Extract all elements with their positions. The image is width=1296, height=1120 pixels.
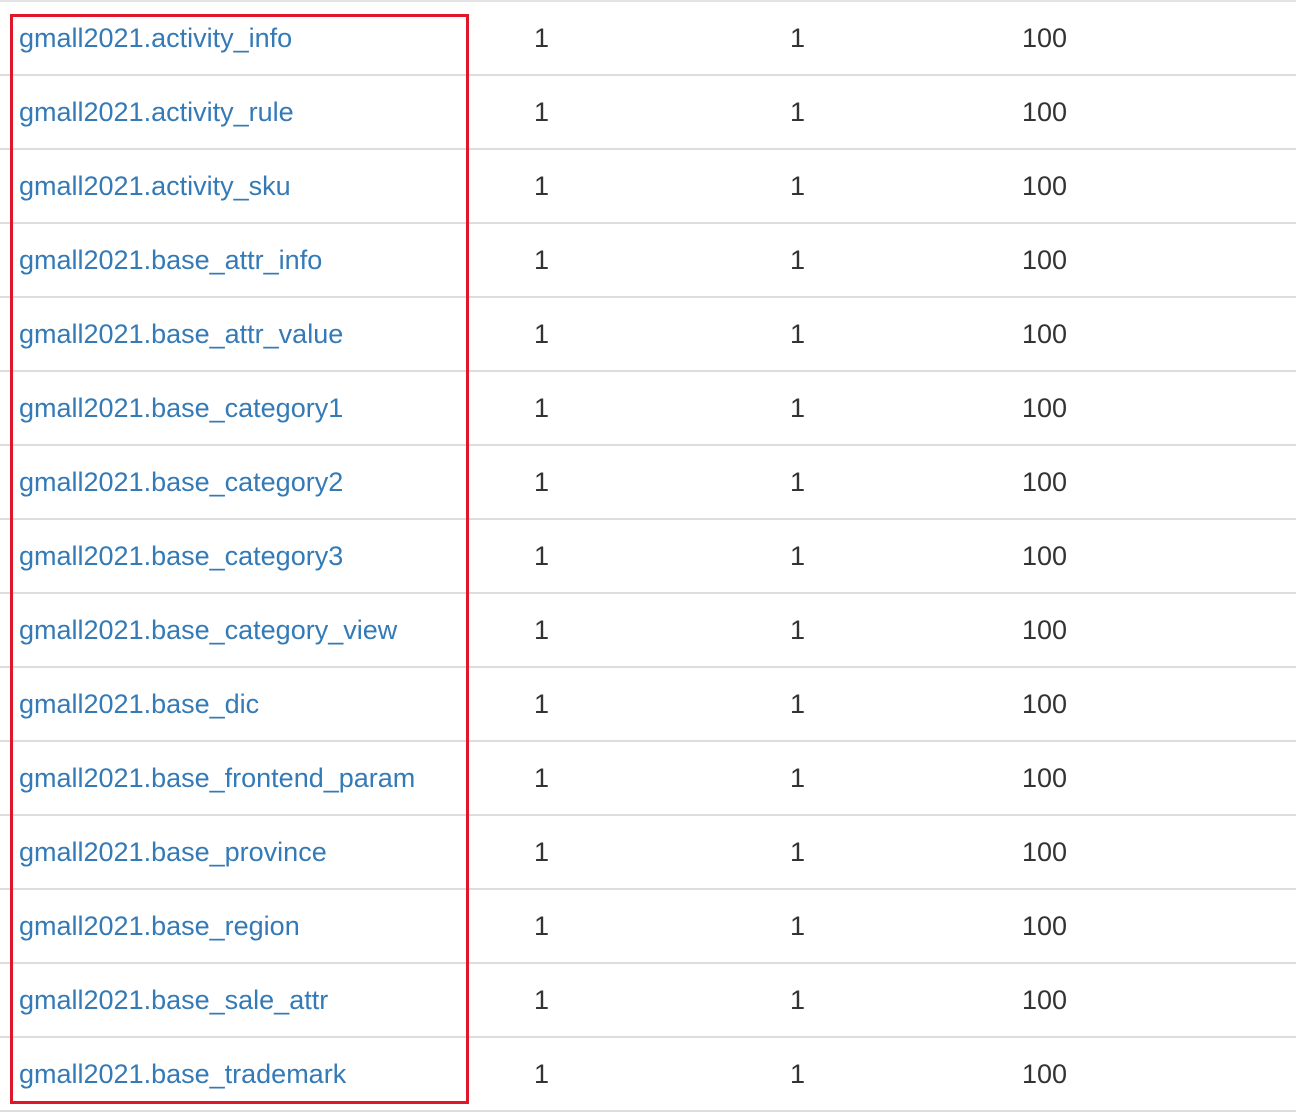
topic-link[interactable]: gmall2021.base_region bbox=[19, 890, 300, 962]
table-row: gmall2021.base_category3 1 1 100 bbox=[0, 520, 1296, 594]
topic-link[interactable]: gmall2021.activity_info bbox=[19, 2, 292, 74]
cell-value: 1 bbox=[790, 23, 806, 53]
topic-link[interactable]: gmall2021.base_attr_value bbox=[19, 298, 343, 370]
table-row: gmall2021.base_attr_info 1 1 100 bbox=[0, 224, 1296, 298]
cell-value: 100 bbox=[1022, 23, 1068, 53]
table-row: gmall2021.base_category_view 1 1 100 bbox=[0, 594, 1296, 668]
cell-value: 100 bbox=[1022, 319, 1068, 349]
cell-value: 1 bbox=[534, 615, 550, 645]
topic-link[interactable]: gmall2021.base_category2 bbox=[19, 446, 343, 518]
cell-value: 1 bbox=[790, 171, 806, 201]
cell-value: 1 bbox=[534, 171, 550, 201]
cell-value: 1 bbox=[534, 23, 550, 53]
topic-link[interactable]: gmall2021.base_category_view bbox=[19, 594, 397, 666]
table-row: gmall2021.base_province 1 1 100 bbox=[0, 816, 1296, 890]
table-row: gmall2021.base_attr_value 1 1 100 bbox=[0, 298, 1296, 372]
topic-link[interactable]: gmall2021.base_dic bbox=[19, 668, 259, 740]
cell-value: 1 bbox=[790, 615, 806, 645]
cell-value: 1 bbox=[790, 763, 806, 793]
topic-link[interactable]: gmall2021.base_category1 bbox=[19, 372, 343, 444]
cell-value: 100 bbox=[1022, 837, 1068, 867]
cell-value: 1 bbox=[534, 393, 550, 423]
table-row: gmall2021.activity_rule 1 1 100 bbox=[0, 76, 1296, 150]
cell-value: 100 bbox=[1022, 541, 1068, 571]
table-row: gmall2021.base_category2 1 1 100 bbox=[0, 446, 1296, 520]
topic-link[interactable]: gmall2021.base_province bbox=[19, 816, 327, 888]
cell-value: 1 bbox=[534, 1059, 550, 1089]
cell-value: 1 bbox=[790, 541, 806, 571]
topic-link[interactable]: gmall2021.base_trademark bbox=[19, 1038, 346, 1110]
cell-value: 1 bbox=[534, 985, 550, 1015]
cell-value: 1 bbox=[534, 467, 550, 497]
table-row: gmall2021.base_dic 1 1 100 bbox=[0, 668, 1296, 742]
topic-link[interactable]: gmall2021.activity_sku bbox=[19, 150, 291, 222]
cell-value: 1 bbox=[534, 689, 550, 719]
topics-table: gmall2021.activity_info 1 1 100 gmall202… bbox=[0, 0, 1296, 1112]
cell-value: 1 bbox=[534, 541, 550, 571]
cell-value: 1 bbox=[790, 689, 806, 719]
table-row: gmall2021.base_sale_attr 1 1 100 bbox=[0, 964, 1296, 1038]
cell-value: 1 bbox=[790, 245, 806, 275]
cell-value: 1 bbox=[534, 763, 550, 793]
cell-value: 1 bbox=[790, 319, 806, 349]
cell-value: 1 bbox=[790, 1059, 806, 1089]
table-row: gmall2021.activity_info 1 1 100 bbox=[0, 2, 1296, 76]
cell-value: 100 bbox=[1022, 763, 1068, 793]
table-row: gmall2021.base_trademark 1 1 100 bbox=[0, 1038, 1296, 1112]
table-row: gmall2021.base_frontend_param 1 1 100 bbox=[0, 742, 1296, 816]
cell-value: 1 bbox=[534, 245, 550, 275]
table-row: gmall2021.activity_sku 1 1 100 bbox=[0, 150, 1296, 224]
cell-value: 100 bbox=[1022, 97, 1068, 127]
cell-value: 100 bbox=[1022, 985, 1068, 1015]
cell-value: 1 bbox=[534, 97, 550, 127]
cell-value: 1 bbox=[534, 911, 550, 941]
cell-value: 100 bbox=[1022, 171, 1068, 201]
cell-value: 1 bbox=[790, 467, 806, 497]
topic-link[interactable]: gmall2021.base_sale_attr bbox=[19, 964, 328, 1036]
cell-value: 1 bbox=[534, 319, 550, 349]
cell-value: 100 bbox=[1022, 245, 1068, 275]
cell-value: 1 bbox=[790, 985, 806, 1015]
cell-value: 100 bbox=[1022, 467, 1068, 497]
cell-value: 1 bbox=[534, 837, 550, 867]
topic-link[interactable]: gmall2021.base_frontend_param bbox=[19, 742, 415, 814]
cell-value: 100 bbox=[1022, 689, 1068, 719]
cell-value: 1 bbox=[790, 911, 806, 941]
topic-link[interactable]: gmall2021.base_category3 bbox=[19, 520, 343, 592]
cell-value: 100 bbox=[1022, 1059, 1068, 1089]
cell-value: 1 bbox=[790, 837, 806, 867]
table-row: gmall2021.base_category1 1 1 100 bbox=[0, 372, 1296, 446]
cell-value: 100 bbox=[1022, 911, 1068, 941]
topic-link[interactable]: gmall2021.base_attr_info bbox=[19, 224, 322, 296]
topic-link[interactable]: gmall2021.activity_rule bbox=[19, 76, 294, 148]
cell-value: 100 bbox=[1022, 393, 1068, 423]
cell-value: 1 bbox=[790, 97, 806, 127]
cell-value: 1 bbox=[790, 393, 806, 423]
table-row: gmall2021.base_region 1 1 100 bbox=[0, 890, 1296, 964]
cell-value: 100 bbox=[1022, 615, 1068, 645]
